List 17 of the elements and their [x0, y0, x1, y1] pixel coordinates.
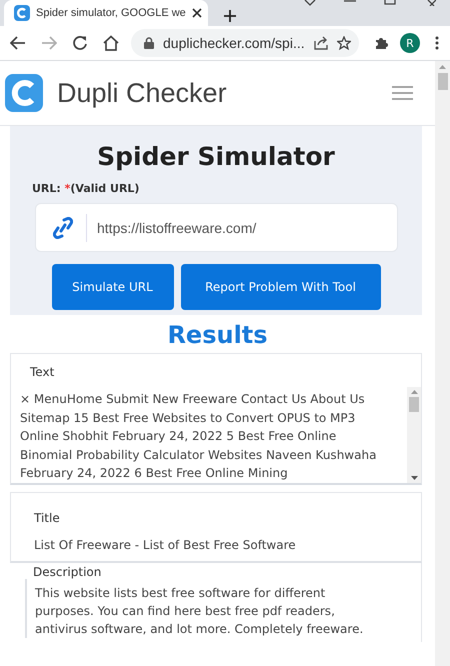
result-text: × MenuHome Submit New Freeware Contact Us About Us Sitemap 15 Best Free Websites to Convert OPUS to MP3 Online Shobhit February 24, 2022 5 Best Free Online Binomial Probability Calculator Websites Naveen Kushwaha February 24, 2022 6 Best Free Online Mining [19, 391, 378, 482]
url-input[interactable]: https://listoffreeware.com/ [35, 203, 398, 252]
browser-tab[interactable]: Spider simulator, GOOGLE we [4, 0, 208, 26]
url-text: duplichecker.com/spi... [163, 35, 305, 51]
result-label: Description [32, 564, 102, 578]
result-label: Title [33, 510, 61, 524]
tool-button[interactable]: Simulate URL [52, 264, 174, 310]
results-heading: Results [166, 320, 269, 351]
logo-text: Dupli Checker [57, 78, 227, 108]
result-description: This website lists best free software for different purposes. You can find here best free pdf readers, antivirus software, and lot more. Completely freeware. [25, 578, 421, 638]
tool-title: Spider Simulator [96, 141, 336, 173]
profile-avatar[interactable]: R [400, 33, 420, 53]
result-label: Text [29, 364, 56, 379]
address-bar[interactable]: duplichecker.com/spi... [131, 29, 359, 57]
result-title: List Of Freeware - List of Best Free Software [33, 536, 297, 552]
tool-button[interactable]: Report Problem With Tool [180, 264, 380, 310]
url-label: URL: *(Valid URL) [32, 182, 140, 195]
